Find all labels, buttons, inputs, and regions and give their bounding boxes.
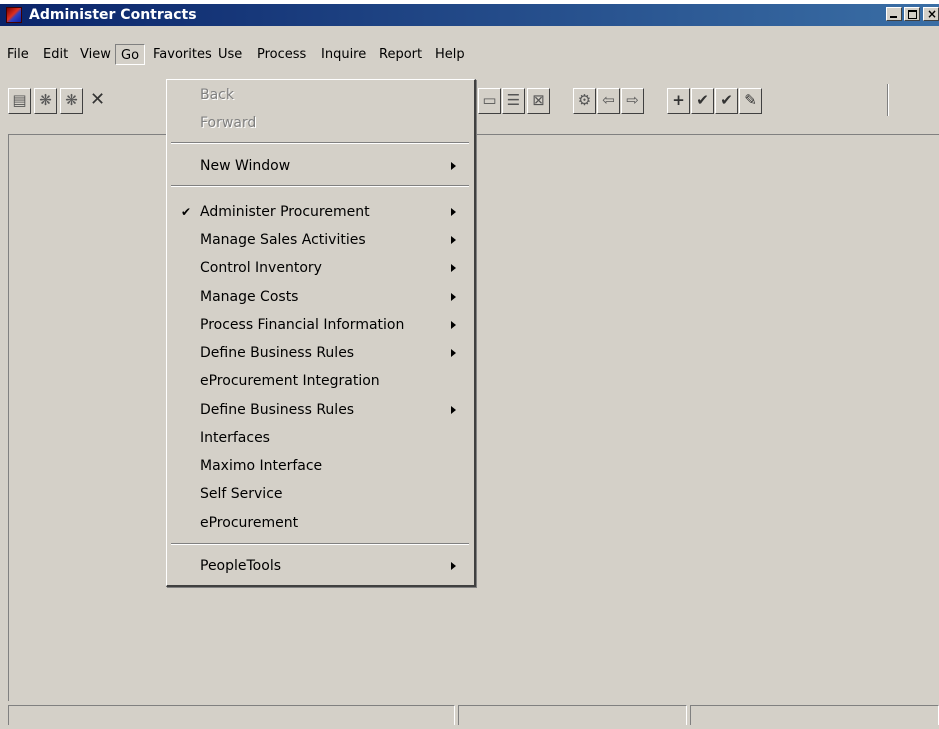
submenu-arrow-icon bbox=[451, 406, 456, 414]
menu-item-define-business-rules-2[interactable]: Define Business Rules bbox=[169, 396, 471, 424]
menu-separator bbox=[171, 543, 469, 545]
menu-item-label: New Window bbox=[200, 158, 291, 174]
menu-item-process-financial-information[interactable]: Process Financial Information bbox=[169, 311, 471, 339]
menu-view[interactable]: View bbox=[75, 44, 116, 65]
menu-item-eprocurement-integration[interactable]: eProcurement Integration bbox=[169, 367, 471, 395]
menu-item-label: Define Business Rules bbox=[200, 402, 355, 418]
update-icon[interactable]: ✔ bbox=[691, 88, 714, 114]
add-icon[interactable]: + bbox=[667, 88, 690, 114]
refresh-all-icon[interactable]: ❋ bbox=[60, 88, 83, 114]
menu-bar: File Edit View Go Favorites Use Process … bbox=[0, 44, 939, 65]
update-all-icon[interactable]: ✔ bbox=[715, 88, 738, 114]
status-panel-3 bbox=[690, 705, 939, 725]
title-bar[interactable]: Administer Contracts × bbox=[0, 4, 939, 26]
toolbar-separator bbox=[887, 84, 889, 116]
menu-item-define-business-rules[interactable]: Define Business Rules bbox=[169, 339, 471, 367]
menu-item-back: Back bbox=[169, 81, 471, 109]
menu-go[interactable]: Go bbox=[115, 44, 145, 65]
menu-item-administer-procurement[interactable]: ✔ Administer Procurement bbox=[169, 198, 471, 226]
menu-process[interactable]: Process bbox=[252, 44, 311, 65]
process-icon[interactable]: ⚙ bbox=[573, 88, 596, 114]
menu-item-label: PeopleTools bbox=[200, 558, 281, 574]
menu-item-manage-costs[interactable]: Manage Costs bbox=[169, 283, 471, 311]
submenu-arrow-icon bbox=[451, 162, 456, 170]
app-icon bbox=[6, 7, 22, 23]
window-title: Administer Contracts bbox=[29, 7, 197, 23]
submenu-arrow-icon bbox=[451, 236, 456, 244]
delete-icon[interactable]: ✕ bbox=[86, 88, 109, 114]
menu-item-label: Control Inventory bbox=[200, 260, 322, 276]
refresh-icon[interactable]: ❋ bbox=[34, 88, 57, 114]
menu-item-label: Back bbox=[200, 87, 234, 103]
correction-icon[interactable]: ✎ bbox=[739, 88, 762, 114]
menu-file[interactable]: File bbox=[2, 44, 34, 65]
submenu-arrow-icon bbox=[451, 208, 456, 216]
menu-item-label: Administer Procurement bbox=[200, 204, 370, 220]
menu-help[interactable]: Help bbox=[430, 44, 470, 65]
minimize-button[interactable] bbox=[886, 7, 902, 21]
menu-item-label: eProcurement Integration bbox=[200, 373, 380, 389]
menu-item-control-inventory[interactable]: Control Inventory bbox=[169, 254, 471, 282]
menu-edit[interactable]: Edit bbox=[38, 44, 73, 65]
menu-item-peopletools[interactable]: PeopleTools bbox=[169, 552, 471, 580]
status-panel-main bbox=[8, 705, 455, 725]
menu-item-label: Manage Sales Activities bbox=[200, 232, 366, 248]
status-bar bbox=[0, 703, 939, 725]
menu-item-maximo-interface[interactable]: Maximo Interface bbox=[169, 452, 471, 480]
menu-separator bbox=[171, 142, 469, 144]
status-panel-2 bbox=[458, 705, 687, 725]
menu-item-label: Process Financial Information bbox=[200, 317, 405, 333]
menu-use[interactable]: Use bbox=[213, 44, 247, 65]
menu-item-label: Interfaces bbox=[200, 430, 270, 446]
menu-item-label: Forward bbox=[200, 115, 257, 131]
menu-item-label: Maximo Interface bbox=[200, 458, 323, 474]
insert-row-icon[interactable]: ▭ bbox=[478, 88, 501, 114]
menu-inquire[interactable]: Inquire bbox=[316, 44, 371, 65]
close-button[interactable]: × bbox=[923, 7, 939, 21]
menu-favorites[interactable]: Favorites bbox=[148, 44, 217, 65]
menu-item-label: Self Service bbox=[200, 486, 283, 502]
delete-row-icon[interactable]: ☰ bbox=[502, 88, 525, 114]
next-icon[interactable]: ⇨ bbox=[621, 88, 644, 114]
menu-item-manage-sales-activities[interactable]: Manage Sales Activities bbox=[169, 226, 471, 254]
submenu-arrow-icon bbox=[451, 321, 456, 329]
menu-item-self-service[interactable]: Self Service bbox=[169, 480, 471, 508]
menu-item-forward: Forward bbox=[169, 109, 471, 137]
close-icon: × bbox=[927, 7, 938, 21]
checkmark-icon: ✔ bbox=[181, 205, 192, 219]
menu-item-interfaces[interactable]: Interfaces bbox=[169, 424, 471, 452]
worklist-icon[interactable]: ⊠ bbox=[527, 88, 550, 114]
maximize-button[interactable] bbox=[904, 7, 920, 21]
menu-report[interactable]: Report bbox=[374, 44, 427, 65]
save-icon[interactable]: ▤ bbox=[8, 88, 31, 114]
submenu-arrow-icon bbox=[451, 349, 456, 357]
previous-icon[interactable]: ⇦ bbox=[597, 88, 620, 114]
menu-item-label: Manage Costs bbox=[200, 289, 299, 305]
menu-item-new-window[interactable]: New Window bbox=[169, 152, 471, 180]
menu-item-eprocurement[interactable]: eProcurement bbox=[169, 509, 471, 537]
menu-item-label: eProcurement bbox=[200, 515, 299, 531]
submenu-arrow-icon bbox=[451, 562, 456, 570]
go-menu-dropdown: Back Forward New Window ✔ Administer Proc… bbox=[166, 79, 476, 587]
submenu-arrow-icon bbox=[451, 264, 456, 272]
menu-item-label: Define Business Rules bbox=[200, 345, 355, 361]
menu-separator bbox=[171, 185, 469, 187]
submenu-arrow-icon bbox=[451, 293, 456, 301]
